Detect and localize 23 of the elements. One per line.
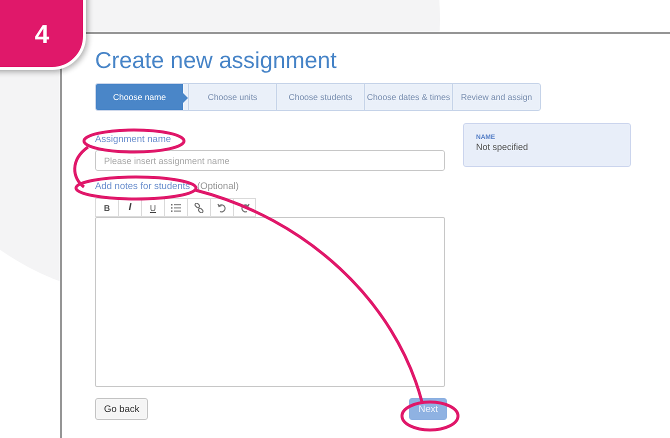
redo-icon [240,202,250,212]
annotation-curve [73,146,89,188]
field-label: Assignment name [95,133,172,147]
optional-hint: (Optional) [197,181,239,192]
page-title: Create new assignment [95,46,338,74]
list-button[interactable] [164,198,187,217]
highlight-ellipse [400,400,460,432]
input-field[interactable]: Please insert assignment name [95,150,445,171]
wizard-step[interactable]: Choose name [96,84,188,110]
link-button[interactable] [187,198,210,217]
wizard-step[interactable]: Review and assign [452,84,540,110]
list-icon [171,204,181,212]
step-number-badge: 4 [0,0,86,70]
wizard-step[interactable]: Choose units [188,84,276,110]
go-back-button[interactable]: Go back [95,398,148,420]
undo-button[interactable] [210,198,233,217]
link-icon [194,202,204,212]
undo-icon [217,202,227,212]
bold-button[interactable]: B [95,198,118,217]
wizard-step[interactable]: Choose students [276,84,364,110]
wizard-step[interactable]: Choose dates & times [364,84,452,110]
summary-value: Not specified [476,142,530,152]
field-label: Add notes for students [95,180,190,194]
